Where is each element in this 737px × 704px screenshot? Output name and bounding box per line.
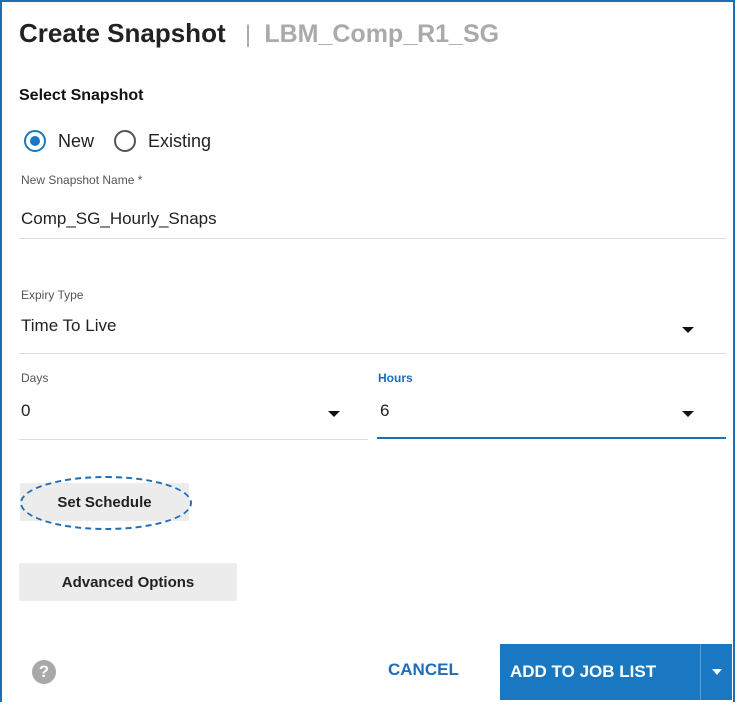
add-to-job-list-dropdown[interactable] (701, 669, 732, 675)
set-schedule-button[interactable]: Set Schedule (20, 483, 189, 521)
dialog-title: Create Snapshot | LBM_Comp_R1_SG (19, 18, 499, 49)
add-to-job-list-button[interactable]: ADD TO JOB LIST (500, 644, 732, 700)
page-title: Create Snapshot (19, 18, 226, 48)
caret-down-icon (711, 669, 722, 675)
snapshot-type-radio-group: New Existing (24, 130, 231, 152)
advanced-options-button[interactable]: Advanced Options (19, 563, 237, 601)
cancel-button[interactable]: CANCEL (388, 660, 459, 680)
snapshot-name-underline (19, 238, 726, 239)
days-underline (19, 439, 368, 440)
help-icon[interactable]: ? (32, 660, 56, 684)
expiry-type-label: Expiry Type (21, 288, 84, 302)
storage-group-name: LBM_Comp_R1_SG (264, 20, 500, 48)
days-caret-down-icon[interactable] (328, 411, 340, 417)
expiry-type-underline (19, 353, 726, 354)
select-snapshot-label: Select Snapshot (19, 87, 144, 104)
days-label: Days (21, 371, 49, 385)
hours-underline (377, 437, 726, 439)
expiry-type-select[interactable]: Time To Live (21, 316, 116, 336)
add-to-job-list-label[interactable]: ADD TO JOB LIST (500, 662, 700, 682)
title-separator: | (244, 21, 252, 48)
snapshot-name-label: New Snapshot Name * (21, 173, 143, 187)
radio-new[interactable] (24, 130, 46, 152)
snapshot-name-input[interactable]: Comp_SG_Hourly_Snaps (21, 209, 217, 229)
hours-select[interactable]: 6 (380, 401, 389, 421)
hours-caret-down-icon[interactable] (682, 411, 694, 417)
days-select[interactable]: 0 (21, 401, 30, 421)
radio-existing[interactable] (114, 130, 137, 152)
radio-new-label[interactable]: New (58, 131, 94, 152)
expiry-type-caret-down-icon[interactable] (682, 327, 694, 333)
hours-label: Hours (378, 371, 413, 385)
radio-existing-label[interactable]: Existing (148, 131, 211, 152)
